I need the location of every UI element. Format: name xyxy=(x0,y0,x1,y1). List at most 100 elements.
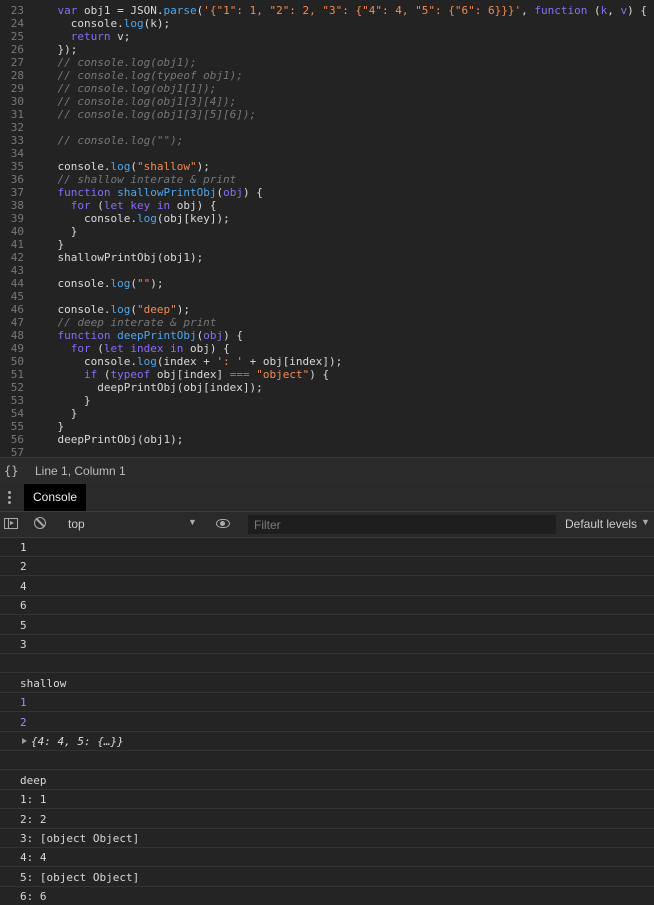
code-line[interactable]: 56 deepPrintObj(obj1); xyxy=(0,433,654,446)
expand-triangle-icon[interactable] xyxy=(22,738,27,744)
code-line[interactable]: 51 if (typeof obj[index] === "object") { xyxy=(0,368,654,381)
eye-icon[interactable] xyxy=(216,519,230,528)
code-line[interactable]: 48 function deepPrintObj(obj) { xyxy=(0,329,654,342)
pretty-print-braces-icon[interactable]: {} xyxy=(4,464,18,478)
console-message-text: shallow xyxy=(20,677,67,690)
code-line[interactable]: 47 // deep interate & print xyxy=(0,316,654,329)
code-line[interactable]: 35 console.log("shallow"); xyxy=(0,160,654,173)
console-message: 1 xyxy=(0,538,654,557)
code-line[interactable]: 26 }); xyxy=(0,43,654,56)
code-token: ( xyxy=(97,368,111,381)
line-number: 55 xyxy=(10,420,24,433)
code-line[interactable]: 43 xyxy=(0,264,654,277)
code-line[interactable]: 46 console.log("deep"); xyxy=(0,303,654,316)
code-line[interactable]: 41 } xyxy=(0,238,654,251)
code-line[interactable]: 42 shallowPrintObj(obj1); xyxy=(0,251,654,264)
code-token: obj) { xyxy=(183,342,230,355)
code-text: // console.log(obj1[1]); xyxy=(31,82,216,95)
line-number: 52 xyxy=(10,381,24,394)
chevron-down-icon[interactable]: ▼ xyxy=(188,517,197,527)
code-text: console.log(obj[key]); xyxy=(31,212,230,225)
sidebar-toggle-icon[interactable] xyxy=(4,518,18,529)
code-editor[interactable]: 23 var obj1 = JSON.parse ('{"1": 1, "2": … xyxy=(0,0,654,457)
code-line[interactable]: 29 // console.log(obj1[1]); xyxy=(0,82,654,95)
code-line[interactable]: 40 } xyxy=(0,225,654,238)
more-vertical-icon[interactable] xyxy=(8,491,11,506)
code-token: ); xyxy=(196,160,210,173)
code-line[interactable]: 53 } xyxy=(0,394,654,407)
code-text: console.log(index + ': ' + obj[index]); xyxy=(31,355,342,368)
line-number: 39 xyxy=(10,212,24,225)
code-line[interactable]: 52 deepPrintObj(obj[index]); xyxy=(0,381,654,394)
line-number: 27 xyxy=(10,56,24,69)
code-token: ( xyxy=(130,303,137,316)
code-line[interactable]: 55 } xyxy=(0,420,654,433)
line-number: 35 xyxy=(10,160,24,173)
console-object-entry[interactable]: {4: 4, 5: {…}} xyxy=(0,732,654,751)
code-text: } xyxy=(31,394,91,407)
code-token: // console.log(obj1[1]); xyxy=(31,82,217,95)
console-message: 5: [object Object] xyxy=(0,868,654,887)
code-line[interactable]: 50 console.log(index + ': ' + obj[index]… xyxy=(0,355,654,368)
line-number: 48 xyxy=(10,329,24,342)
code-token: console. xyxy=(31,212,137,225)
code-token: } xyxy=(31,238,65,251)
code-line[interactable]: 23 var obj1 = JSON.parse ('{"1": 1, "2": … xyxy=(0,4,654,17)
code-token: } xyxy=(31,407,78,420)
code-token: (obj[key]); xyxy=(156,212,230,225)
code-text: } xyxy=(31,225,78,238)
code-token: // console.log(obj1[3][5][6]); xyxy=(31,108,257,121)
code-line[interactable]: 33 // console.log(""); xyxy=(0,134,654,147)
code-line[interactable]: 54 } xyxy=(0,407,654,420)
code-token: v; xyxy=(110,30,131,43)
code-text: shallowPrintObj(obj1); xyxy=(31,251,203,264)
code-line[interactable]: 34 xyxy=(0,147,654,160)
filter-input[interactable] xyxy=(248,515,556,534)
code-token: shallowPrintObj xyxy=(117,186,217,199)
code-token: obj xyxy=(203,329,224,342)
tab-console[interactable]: Console xyxy=(24,484,87,511)
code-token: === xyxy=(229,368,250,381)
code-line[interactable]: 45 xyxy=(0,290,654,303)
code-text: // console.log(obj1[3][5][6]); xyxy=(31,108,256,121)
code-token: console. xyxy=(31,17,124,30)
code-text: // deep interate & print xyxy=(31,316,216,329)
console-toolbar: top ▼ Default levels ▼ xyxy=(0,512,654,538)
code-token: , xyxy=(521,4,535,17)
line-number: 54 xyxy=(10,407,24,420)
code-token: typeof xyxy=(110,368,151,381)
code-line[interactable]: 44 console.log(""); xyxy=(0,277,654,290)
console-message: 2: 2 xyxy=(0,810,654,829)
code-line[interactable]: 30 // console.log(obj1[3][4]); xyxy=(0,95,654,108)
code-token: "object" xyxy=(256,368,310,381)
code-line[interactable]: 27 // console.log(obj1); xyxy=(0,56,654,69)
chevron-down-icon[interactable]: ▼ xyxy=(641,517,650,527)
code-line[interactable]: 57 xyxy=(0,446,654,457)
console-message: 4: 4 xyxy=(0,848,654,867)
code-line[interactable]: 38 for (let key in obj) { xyxy=(0,199,654,212)
log-levels-dropdown[interactable]: Default levels xyxy=(565,517,637,531)
code-line[interactable]: 37 function shallowPrintObj(obj) { xyxy=(0,186,654,199)
code-token: deepPrintObj xyxy=(117,329,197,342)
code-line[interactable]: 39 console.log(obj[key]); xyxy=(0,212,654,225)
code-token: parse xyxy=(163,4,197,17)
code-line[interactable]: 31 // console.log(obj1[3][5][6]); xyxy=(0,108,654,121)
line-number: 51 xyxy=(10,368,24,381)
code-line[interactable]: 25 return v; xyxy=(0,30,654,43)
code-token: (k); xyxy=(143,17,171,30)
console-message xyxy=(0,654,654,673)
clear-console-icon[interactable] xyxy=(34,517,46,529)
code-token: "" xyxy=(136,277,151,290)
code-line[interactable]: 32 xyxy=(0,121,654,134)
code-line[interactable]: 36 // shallow interate & print xyxy=(0,173,654,186)
code-token: ( xyxy=(587,4,601,17)
code-token: log xyxy=(110,303,131,316)
console-message-text: 1: 1 xyxy=(20,793,47,806)
code-token: return xyxy=(70,30,111,43)
code-line[interactable]: 24 console.log(k); xyxy=(0,17,654,30)
context-selector[interactable]: top xyxy=(68,517,85,531)
code-token: ( xyxy=(130,160,137,173)
code-line[interactable]: 28 // console.log(typeof obj1); xyxy=(0,69,654,82)
code-line[interactable]: 49 for (let index in obj) { xyxy=(0,342,654,355)
